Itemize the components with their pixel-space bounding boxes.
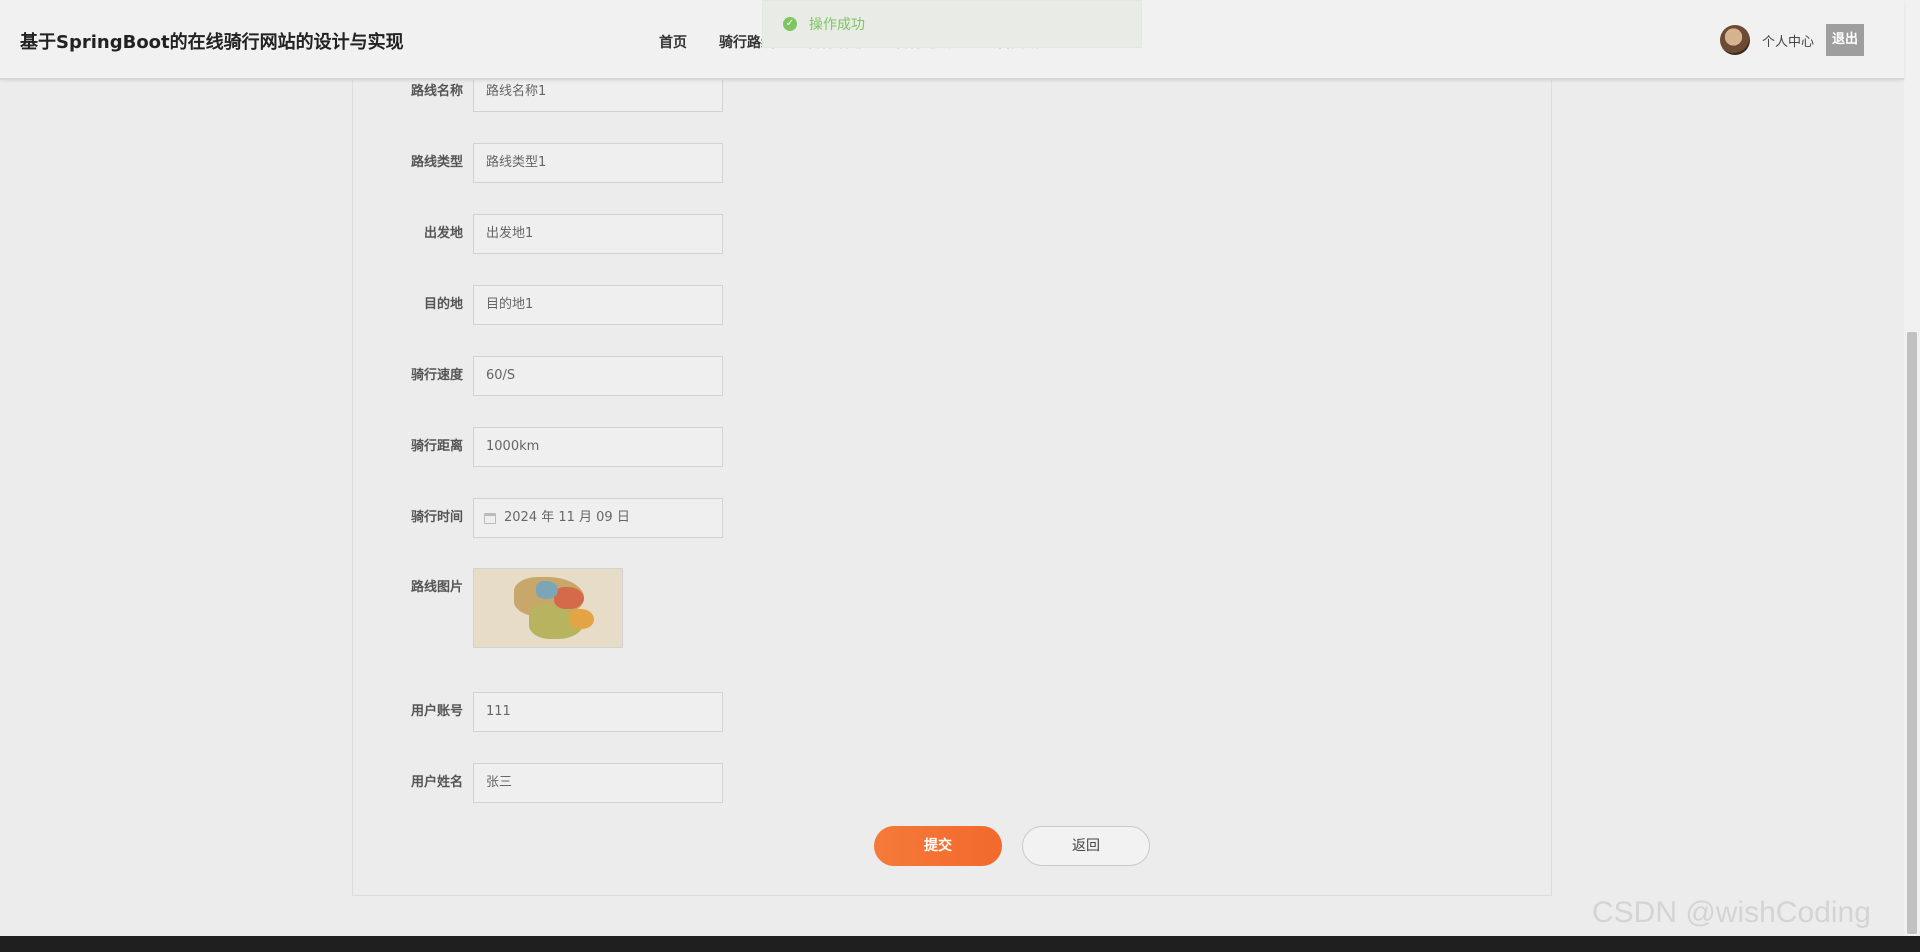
form-row-image: 路线图片 bbox=[353, 568, 623, 648]
success-toast: ✓ 操作成功 bbox=[762, 0, 1142, 48]
vertical-scrollbar[interactable] bbox=[1904, 0, 1920, 936]
user-name-label: 用户姓名 bbox=[410, 775, 463, 790]
destination-field[interactable]: 目的地1 bbox=[473, 285, 723, 325]
back-button[interactable]: 返回 bbox=[1022, 826, 1150, 866]
form-row-route-type: 路线类型 路线类型1 bbox=[353, 143, 723, 183]
distance-label: 骑行距离 bbox=[410, 439, 463, 454]
toast-message: 操作成功 bbox=[809, 17, 865, 33]
time-label: 骑行时间 bbox=[410, 510, 463, 525]
form-row-distance: 骑行距离 1000km bbox=[353, 427, 723, 467]
route-type-label: 路线类型 bbox=[410, 155, 463, 170]
route-type-field[interactable]: 路线类型1 bbox=[473, 143, 723, 183]
personal-center-link[interactable]: 个人中心 bbox=[1762, 31, 1814, 50]
user-account-field[interactable]: 111 bbox=[473, 692, 723, 732]
speed-field[interactable]: 60/S bbox=[473, 356, 723, 396]
calendar-icon bbox=[484, 512, 496, 524]
form-row-time: 骑行时间 2024 年 11 月 09 日 bbox=[353, 498, 723, 538]
nav-home[interactable]: 首页 bbox=[659, 32, 687, 52]
user-account-label: 用户账号 bbox=[410, 704, 463, 719]
footer-bar bbox=[0, 936, 1920, 952]
departure-field[interactable]: 出发地1 bbox=[473, 214, 723, 254]
date-value: 2024 年 11 月 09 日 bbox=[504, 510, 630, 525]
submit-button[interactable]: 提交 bbox=[874, 826, 1002, 866]
distance-field[interactable]: 1000km bbox=[473, 427, 723, 467]
user-area: 个人中心 退出 bbox=[1719, 24, 1864, 56]
image-label: 路线图片 bbox=[410, 580, 463, 595]
speed-label: 骑行速度 bbox=[410, 368, 463, 383]
user-name-field[interactable]: 张三 bbox=[473, 763, 723, 803]
map-region bbox=[569, 609, 594, 629]
avatar[interactable] bbox=[1719, 25, 1750, 55]
check-circle-icon: ✓ bbox=[783, 17, 797, 31]
route-image-thumbnail[interactable] bbox=[473, 568, 623, 648]
form-row-departure: 出发地 出发地1 bbox=[353, 214, 723, 254]
destination-label: 目的地 bbox=[423, 297, 463, 312]
scrollbar-thumb[interactable] bbox=[1907, 332, 1917, 934]
form-row-speed: 骑行速度 60/S bbox=[353, 356, 723, 396]
form-row-user-name: 用户姓名 张三 bbox=[353, 763, 723, 803]
watermark-text: CSDN @wishCoding bbox=[1592, 896, 1871, 929]
logout-button[interactable]: 退出 bbox=[1826, 24, 1864, 56]
departure-label: 出发地 bbox=[423, 226, 463, 241]
form-row-destination: 目的地 目的地1 bbox=[353, 285, 723, 325]
route-form-panel: 路线名称 路线名称1 路线类型 路线类型1 出发地 出发地1 目的地 目的地1 … bbox=[352, 60, 1552, 896]
map-region bbox=[536, 581, 558, 599]
date-picker-field[interactable]: 2024 年 11 月 09 日 bbox=[473, 498, 723, 538]
form-row-user-account: 用户账号 111 bbox=[353, 692, 723, 732]
site-title: 基于SpringBoot的在线骑行网站的设计与实现 bbox=[20, 32, 404, 53]
map-region bbox=[554, 587, 584, 609]
